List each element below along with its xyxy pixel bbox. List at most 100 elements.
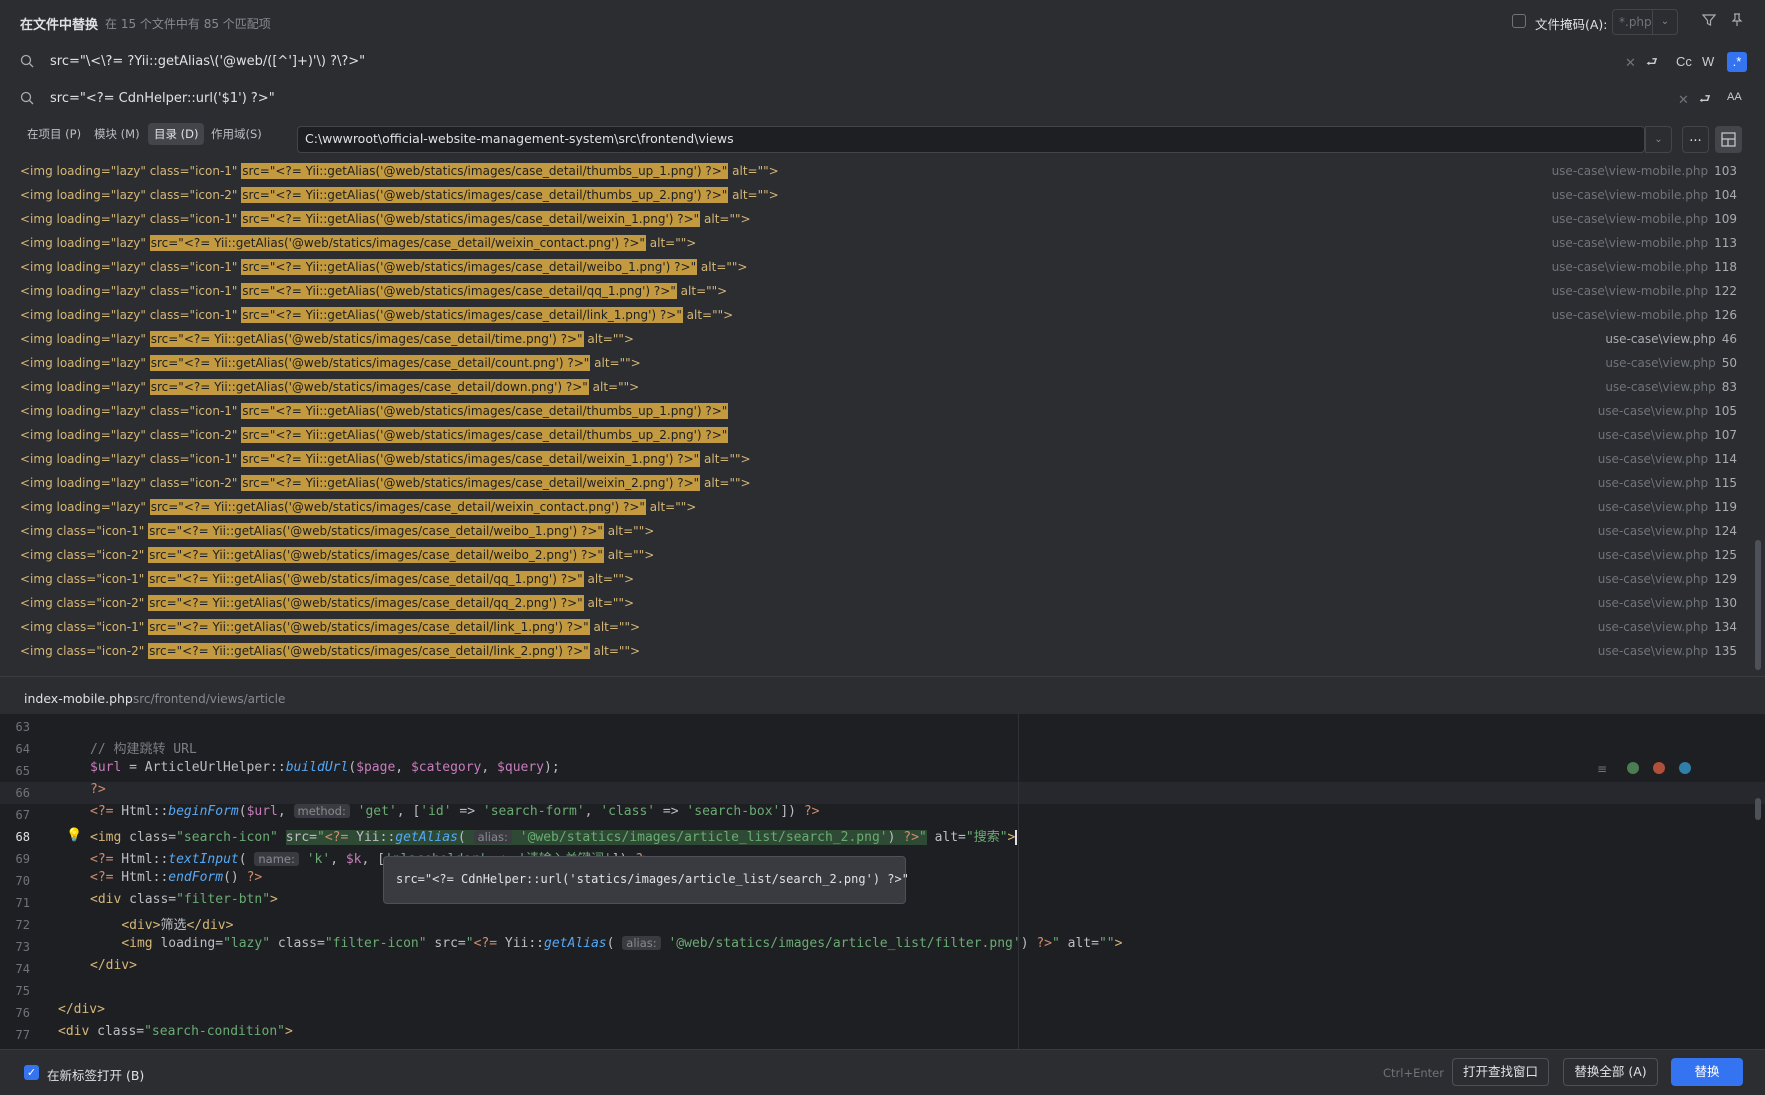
soft-wrap-icon[interactable]: ≡ xyxy=(1597,762,1607,776)
result-suffix: alt=""> xyxy=(603,524,655,538)
result-row[interactable]: <img loading="lazy" class="icon-1" src="… xyxy=(20,160,779,182)
tab-module[interactable]: 模块 (M) xyxy=(94,126,140,142)
code-line: <div class="filter-btn"> xyxy=(90,892,278,907)
code-line: <img class="search-icon" src="<?= Yii::g… xyxy=(90,830,1018,845)
file-mask-input[interactable]: *.php xyxy=(1612,9,1652,35)
result-location: use-case\view.php 107 xyxy=(1598,428,1737,442)
result-row[interactable]: <img loading="lazy" class="icon-1" src="… xyxy=(20,208,751,230)
line-number: 74 xyxy=(15,962,30,976)
clear-icon[interactable]: ✕ xyxy=(1625,55,1636,71)
result-file: use-case\view.php xyxy=(1605,380,1716,394)
editor-scrollbar[interactable] xyxy=(1755,798,1761,820)
result-location: use-case\view.php 83 xyxy=(1605,380,1737,394)
result-row[interactable]: <img class="icon-1" src="<?= Yii::getAli… xyxy=(20,616,640,638)
result-line: 119 xyxy=(1714,500,1737,514)
result-line: 103 xyxy=(1714,164,1737,178)
result-suffix: alt=""> xyxy=(589,620,641,634)
line-number: 65 xyxy=(15,764,30,778)
result-line: 130 xyxy=(1714,596,1737,610)
result-match: src="<?= Yii::getAlias('@web/statics/ima… xyxy=(241,475,701,491)
result-line: 105 xyxy=(1714,404,1737,418)
result-row[interactable]: <img loading="lazy" src="<?= Yii::getAli… xyxy=(20,496,696,518)
result-file: use-case\view.php xyxy=(1597,596,1709,610)
result-row[interactable]: <img loading="lazy" src="<?= Yii::getAli… xyxy=(20,232,696,254)
result-line: 83 xyxy=(1721,380,1737,394)
result-line: 109 xyxy=(1714,212,1737,226)
result-row[interactable]: <img class="icon-1" src="<?= Yii::getAli… xyxy=(20,520,654,542)
result-prefix: <img loading="lazy" class="icon-1" xyxy=(20,284,242,298)
result-file: use-case\view.php xyxy=(1597,644,1709,658)
result-row[interactable]: <img class="icon-1" src="<?= Yii::getAli… xyxy=(20,568,634,590)
result-row[interactable]: <img loading="lazy" class="icon-2" src="… xyxy=(20,472,751,494)
result-row[interactable]: <img loading="lazy" class="icon-1" src="… xyxy=(20,400,729,422)
regex-toggle[interactable]: .* xyxy=(1727,52,1747,72)
match-case-toggle[interactable]: Cc xyxy=(1676,54,1692,69)
code-line: <div class="search-condition"> xyxy=(58,1024,293,1039)
results-list[interactable]: <img loading="lazy" class="icon-1" src="… xyxy=(0,156,1765,676)
code-line: </div> xyxy=(90,958,137,973)
result-row[interactable]: <img loading="lazy" src="<?= Yii::getAli… xyxy=(20,376,639,398)
result-file: use-case\view-mobile.php xyxy=(1551,308,1709,322)
line-number: 73 xyxy=(15,940,30,954)
result-row[interactable]: <img class="icon-2" src="<?= Yii::getAli… xyxy=(20,592,634,614)
result-row[interactable]: <img class="icon-2" src="<?= Yii::getAli… xyxy=(20,544,654,566)
result-file: use-case\view-mobile.php xyxy=(1551,164,1709,178)
lightbulb-icon[interactable]: 💡 xyxy=(66,828,82,843)
browse-button[interactable]: ... xyxy=(1682,126,1709,153)
chevron-down-icon[interactable]: ⌄ xyxy=(1652,9,1678,35)
result-row[interactable]: <img loading="lazy" class="icon-1" src="… xyxy=(20,256,747,278)
edge-icon[interactable] xyxy=(1679,762,1691,774)
whole-word-toggle[interactable]: W xyxy=(1702,54,1714,69)
search-icon[interactable] xyxy=(20,91,36,109)
result-row[interactable]: <img loading="lazy" class="icon-1" src="… xyxy=(20,448,751,470)
result-match: src="<?= Yii::getAlias('@web/statics/ima… xyxy=(241,187,729,203)
result-suffix: alt=""> xyxy=(583,572,635,586)
result-row[interactable]: <img loading="lazy" src="<?= Yii::getAli… xyxy=(20,352,641,374)
result-suffix: alt=""> xyxy=(645,236,697,250)
result-line: 124 xyxy=(1714,524,1737,538)
clear-icon[interactable]: ✕ xyxy=(1678,92,1689,108)
tab-directory[interactable]: 目录 (D) xyxy=(148,123,205,145)
tab-scope[interactable]: 作用域(S) xyxy=(211,126,262,142)
result-row[interactable]: <img loading="lazy" src="<?= Yii::getAli… xyxy=(20,328,634,350)
preview-toggle-icon[interactable] xyxy=(1715,126,1742,153)
replace-button[interactable]: 替换 xyxy=(1671,1058,1743,1086)
result-row[interactable]: <img class="icon-2" src="<?= Yii::getAli… xyxy=(20,640,640,662)
result-location: use-case\view-mobile.php 113 xyxy=(1552,236,1737,250)
result-row[interactable]: <img loading="lazy" class="icon-2" src="… xyxy=(20,184,779,206)
result-match: src="<?= Yii::getAlias('@web/statics/ima… xyxy=(148,547,604,563)
preserve-case-toggle[interactable]: AA xyxy=(1727,91,1742,103)
result-line: 118 xyxy=(1714,260,1737,274)
find-input[interactable]: src="\<\?= ?Yii::getAlias\('@web/([^']+)… xyxy=(50,54,365,69)
open-find-window-button[interactable]: 打开查找窗口 xyxy=(1452,1058,1549,1086)
line-number: 66 xyxy=(15,786,30,800)
result-location: use-case\view.php 129 xyxy=(1598,572,1737,586)
replace-all-button[interactable]: 替换全部 (A) xyxy=(1563,1058,1658,1086)
file-mask-checkbox[interactable] xyxy=(1512,14,1526,28)
newline-icon[interactable]: ⮐ xyxy=(1699,90,1711,112)
firefox-icon[interactable] xyxy=(1653,762,1665,774)
replace-input[interactable]: src="<?= CdnHelper::url('$1') ?>" xyxy=(50,91,275,106)
results-scrollbar[interactable] xyxy=(1755,540,1761,670)
filter-icon[interactable] xyxy=(1700,13,1718,31)
open-new-tab-checkbox[interactable]: ✓ xyxy=(24,1065,39,1080)
result-prefix: <img loading="lazy" class="icon-2" xyxy=(20,476,242,490)
search-icon[interactable] xyxy=(20,54,36,72)
tab-project[interactable]: 在项目 (P) xyxy=(27,126,81,142)
result-prefix: <img class="icon-1" xyxy=(20,524,149,538)
directory-path: C:\wwwroot\official-website-management-s… xyxy=(305,131,734,146)
dialog-footer: ✓ 在新标签打开 (B) Ctrl+Enter 打开查找窗口 替换全部 (A) … xyxy=(0,1049,1765,1095)
result-row[interactable]: <img loading="lazy" class="icon-1" src="… xyxy=(20,280,727,302)
code-line: <div>筛选</div> xyxy=(121,918,234,933)
chevron-down-icon[interactable]: ⌄ xyxy=(1645,126,1672,153)
result-row[interactable]: <img loading="lazy" class="icon-2" src="… xyxy=(20,424,729,446)
result-suffix: alt=""> xyxy=(728,188,779,202)
preview-file-name: index-mobile.php xyxy=(24,691,133,706)
result-suffix: alt=""> xyxy=(583,596,635,610)
result-row[interactable]: <img loading="lazy" class="icon-1" src="… xyxy=(20,304,733,326)
pin-icon[interactable] xyxy=(1728,13,1746,31)
result-prefix: <img loading="lazy" class="icon-1" xyxy=(20,260,242,274)
chrome-icon[interactable] xyxy=(1627,762,1639,774)
result-match: src="<?= Yii::getAlias('@web/statics/ima… xyxy=(149,379,589,395)
newline-icon[interactable]: ⮐ xyxy=(1646,53,1658,75)
